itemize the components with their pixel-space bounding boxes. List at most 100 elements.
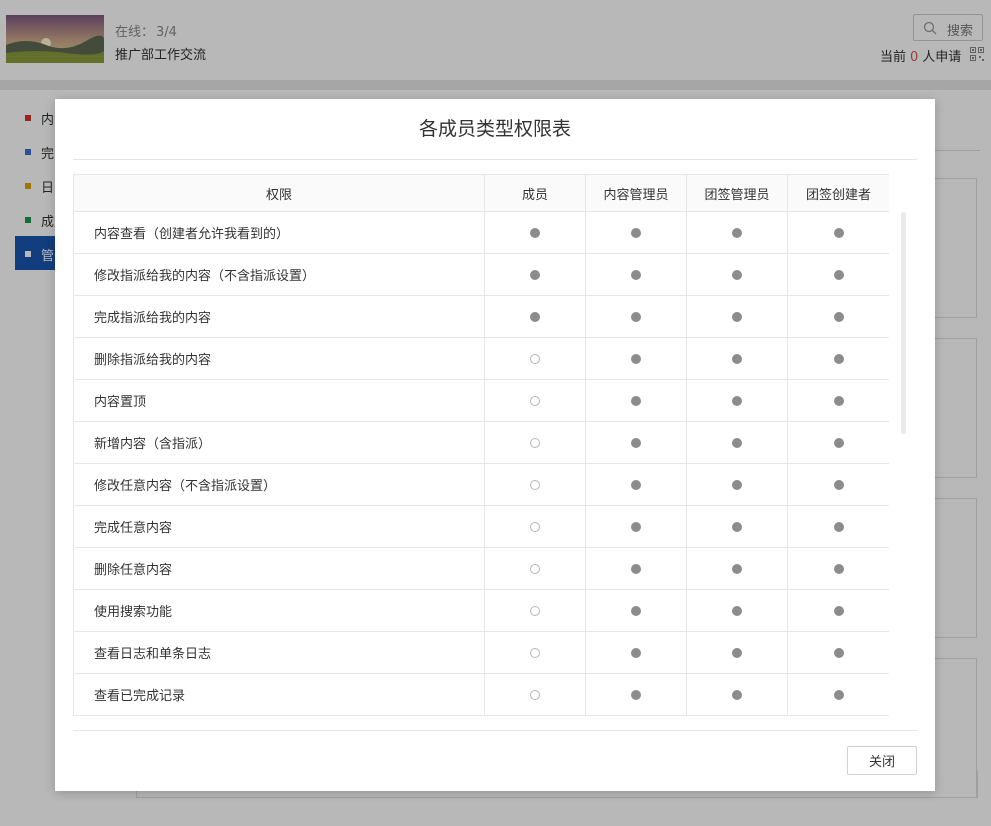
- member-cell: [484, 421, 586, 464]
- team-admin-cell: [686, 211, 788, 254]
- filled-circle-icon: [631, 563, 641, 574]
- hollow-circle-icon: [530, 689, 540, 700]
- close-button[interactable]: 关闭: [847, 746, 917, 775]
- team-admin-cell: [686, 505, 788, 548]
- team-admin-cell: [686, 421, 788, 464]
- filled-circle-icon: [833, 269, 844, 280]
- modal-header-divider: [73, 159, 917, 160]
- member-cell: [484, 253, 586, 296]
- table-row: 内容查看（创建者允许我看到的）: [73, 211, 889, 254]
- team-admin-cell: [686, 631, 788, 674]
- permissions-table-scroll[interactable]: 权限 成员 内容管理员 团签管理员 团签创建者 内容查看（创建者允许我看到的）修…: [73, 174, 889, 716]
- member-cell: [484, 547, 586, 590]
- filled-circle-icon: [833, 479, 844, 490]
- column-header-content-admin: 内容管理员: [585, 174, 687, 212]
- scrollbar-thumb[interactable]: [901, 212, 906, 434]
- modal-title: 各成员类型权限表: [418, 118, 571, 140]
- content-admin-cell: [585, 253, 687, 296]
- filled-circle-icon: [530, 269, 540, 280]
- filled-circle-icon: [732, 353, 742, 364]
- team-admin-cell: [686, 547, 788, 590]
- member-cell: [484, 295, 586, 338]
- filled-circle-icon: [732, 437, 742, 448]
- table-row: 新增内容（含指派）: [73, 421, 889, 464]
- content-admin-cell: [585, 631, 687, 674]
- team-admin-cell: [686, 379, 788, 422]
- filled-circle-icon: [732, 605, 742, 616]
- creator-cell: [787, 253, 889, 296]
- permission-name: 完成指派给我的内容: [73, 295, 485, 338]
- column-header-member: 成员: [484, 174, 586, 212]
- member-cell: [484, 589, 586, 632]
- filled-circle-icon: [833, 311, 844, 322]
- filled-circle-icon: [833, 227, 844, 238]
- team-admin-cell: [686, 673, 788, 716]
- permission-name: 修改任意内容（不含指派设置）: [73, 463, 485, 506]
- creator-cell: [787, 379, 889, 422]
- column-header-permission: 权限: [73, 174, 485, 212]
- table-row: 完成任意内容: [73, 505, 889, 548]
- table-row: 删除任意内容: [73, 547, 889, 590]
- permission-name: 内容查看（创建者允许我看到的）: [73, 211, 485, 254]
- hollow-circle-icon: [530, 647, 540, 658]
- permission-name: 查看已完成记录: [73, 673, 485, 716]
- filled-circle-icon: [631, 269, 641, 280]
- team-admin-cell: [686, 253, 788, 296]
- filled-circle-icon: [631, 521, 641, 532]
- hollow-circle-icon: [530, 437, 540, 448]
- filled-circle-icon: [631, 437, 641, 448]
- filled-circle-icon: [631, 311, 641, 322]
- filled-circle-icon: [833, 605, 844, 616]
- filled-circle-icon: [631, 479, 641, 490]
- filled-circle-icon: [833, 437, 844, 448]
- team-admin-cell: [686, 589, 788, 632]
- permissions-table: 权限 成员 内容管理员 团签管理员 团签创建者 内容查看（创建者允许我看到的）修…: [73, 174, 889, 716]
- filled-circle-icon: [732, 689, 742, 700]
- creator-cell: [787, 589, 889, 632]
- filled-circle-icon: [631, 395, 641, 406]
- creator-cell: [787, 631, 889, 674]
- table-row: 删除指派给我的内容: [73, 337, 889, 380]
- creator-cell: [787, 673, 889, 716]
- table-row: 完成指派给我的内容: [73, 295, 889, 338]
- modal-footer-divider: [73, 730, 917, 731]
- filled-circle-icon: [631, 647, 641, 658]
- table-row: 查看日志和单条日志: [73, 631, 889, 674]
- filled-circle-icon: [732, 521, 742, 532]
- creator-cell: [787, 295, 889, 338]
- filled-circle-icon: [732, 269, 742, 280]
- permission-name: 使用搜索功能: [73, 589, 485, 632]
- filled-circle-icon: [833, 647, 844, 658]
- table-row: 修改任意内容（不含指派设置）: [73, 463, 889, 506]
- member-cell: [484, 505, 586, 548]
- filled-circle-icon: [833, 521, 844, 532]
- content-admin-cell: [585, 337, 687, 380]
- filled-circle-icon: [631, 227, 641, 238]
- content-admin-cell: [585, 673, 687, 716]
- member-cell: [484, 631, 586, 674]
- member-cell: [484, 379, 586, 422]
- permissions-table-body: 内容查看（创建者允许我看到的） 修改指派给我的内容（不含指派设置） 完成指派给我的内…: [73, 211, 889, 716]
- filled-circle-icon: [530, 311, 540, 322]
- filled-circle-icon: [833, 563, 844, 574]
- filled-circle-icon: [631, 605, 641, 616]
- table-row: 使用搜索功能: [73, 589, 889, 632]
- member-cell: [484, 337, 586, 380]
- content-admin-cell: [585, 295, 687, 338]
- permission-name: 删除指派给我的内容: [73, 337, 485, 380]
- permission-name: 完成任意内容: [73, 505, 485, 548]
- content-admin-cell: [585, 589, 687, 632]
- permission-name: 内容置顶: [73, 379, 485, 422]
- filled-circle-icon: [732, 647, 742, 658]
- filled-circle-icon: [833, 689, 844, 700]
- member-cell: [484, 211, 586, 254]
- hollow-circle-icon: [530, 563, 540, 574]
- filled-circle-icon: [631, 353, 641, 364]
- permission-name: 查看日志和单条日志: [73, 631, 485, 674]
- team-admin-cell: [686, 337, 788, 380]
- creator-cell: [787, 463, 889, 506]
- table-row: 修改指派给我的内容（不含指派设置）: [73, 253, 889, 296]
- table-row: 查看已完成记录: [73, 673, 889, 716]
- member-cell: [484, 463, 586, 506]
- creator-cell: [787, 505, 889, 548]
